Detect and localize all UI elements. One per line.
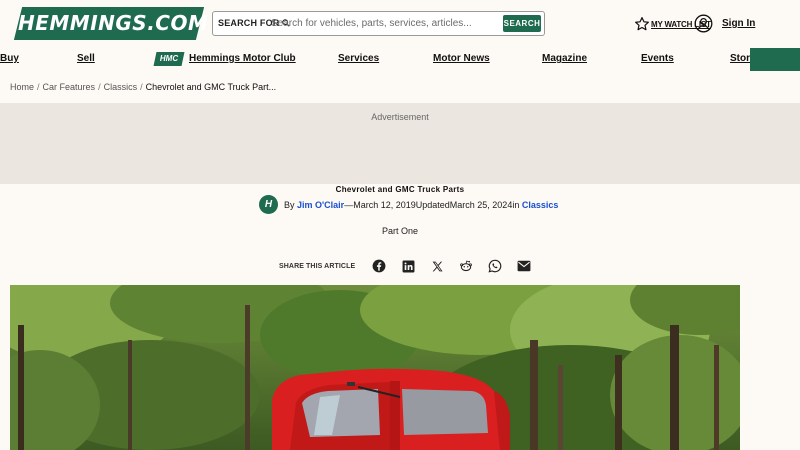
hemmings-logo[interactable]: HEMMINGS.COM — [13, 7, 209, 40]
advertisement-slot: Advertisement — [0, 103, 800, 184]
whatsapp-icon[interactable] — [488, 259, 502, 273]
nav-services[interactable]: Services — [338, 53, 379, 64]
reddit-icon[interactable] — [459, 259, 473, 273]
hmc-logo-text: HMC — [159, 54, 179, 63]
byline: H By Jim O'Clair — March 12, 2019 Updated Ma… — [259, 195, 558, 214]
breadcrumb-separator: / — [37, 82, 40, 92]
linkedin-icon[interactable] — [401, 259, 415, 273]
nav-motor-club[interactable]: Hemmings Motor Club — [189, 53, 296, 64]
category-link[interactable]: Classics — [522, 200, 559, 210]
nav-magazine[interactable]: Magazine — [542, 53, 587, 64]
nav-sell[interactable]: Sell — [77, 53, 95, 64]
article-subtitle: Part One — [381, 226, 419, 236]
nav-motor-news[interactable]: Motor News — [433, 53, 490, 64]
account-icon[interactable] — [694, 14, 713, 38]
site-header: HEMMINGS.COM SEARCH FOR SEARCH MY WATCH … — [0, 0, 800, 48]
breadcrumb-car-features[interactable]: Car Features — [43, 82, 96, 92]
author-avatar: H — [259, 195, 278, 214]
byline-dash: — — [344, 199, 354, 210]
advertisement-label: Advertisement — [371, 112, 429, 122]
breadcrumb-separator: / — [98, 82, 101, 92]
search-input[interactable] — [271, 15, 499, 32]
hero-image-red-truck — [10, 285, 740, 450]
share-label: SHARE THIS ARTICLE — [279, 262, 356, 270]
hmc-logo: HMC — [153, 52, 185, 66]
in-label: in — [512, 199, 520, 210]
byline-by: By — [284, 199, 295, 210]
nav-buy[interactable]: Buy — [0, 53, 19, 64]
nav-events[interactable]: Events — [641, 53, 674, 64]
breadcrumb-separator: / — [140, 82, 143, 92]
breadcrumb-current: Chevrolet and GMC Truck Part... — [145, 82, 277, 92]
search-bar: SEARCH FOR SEARCH — [212, 11, 545, 36]
updated-date: March 25, 2024 — [449, 199, 513, 210]
star-icon — [635, 17, 649, 31]
author-link[interactable]: Jim O'Clair — [297, 200, 344, 210]
updated-label: Updated — [415, 199, 450, 210]
x-icon[interactable] — [430, 259, 444, 273]
breadcrumb-classics[interactable]: Classics — [104, 82, 138, 92]
nav-action-tab[interactable] — [750, 48, 800, 71]
published-date: March 12, 2019 — [353, 199, 416, 210]
sign-in-link[interactable]: Sign In — [722, 18, 755, 29]
search-button[interactable]: SEARCH — [503, 15, 541, 32]
article-title: Chevrolet and GMC Truck Parts — [335, 185, 465, 194]
email-icon[interactable] — [517, 259, 531, 273]
logo-text: HEMMINGS.COM — [18, 11, 209, 35]
main-nav: Buy Sell HMC Hemmings Motor Club Service… — [0, 50, 800, 70]
share-bar: SHARE THIS ARTICLE — [279, 257, 546, 275]
breadcrumb: Home / Car Features / Classics / Chevrolet and… — [10, 82, 276, 92]
facebook-icon[interactable] — [372, 259, 386, 273]
breadcrumb-home[interactable]: Home — [10, 82, 34, 92]
